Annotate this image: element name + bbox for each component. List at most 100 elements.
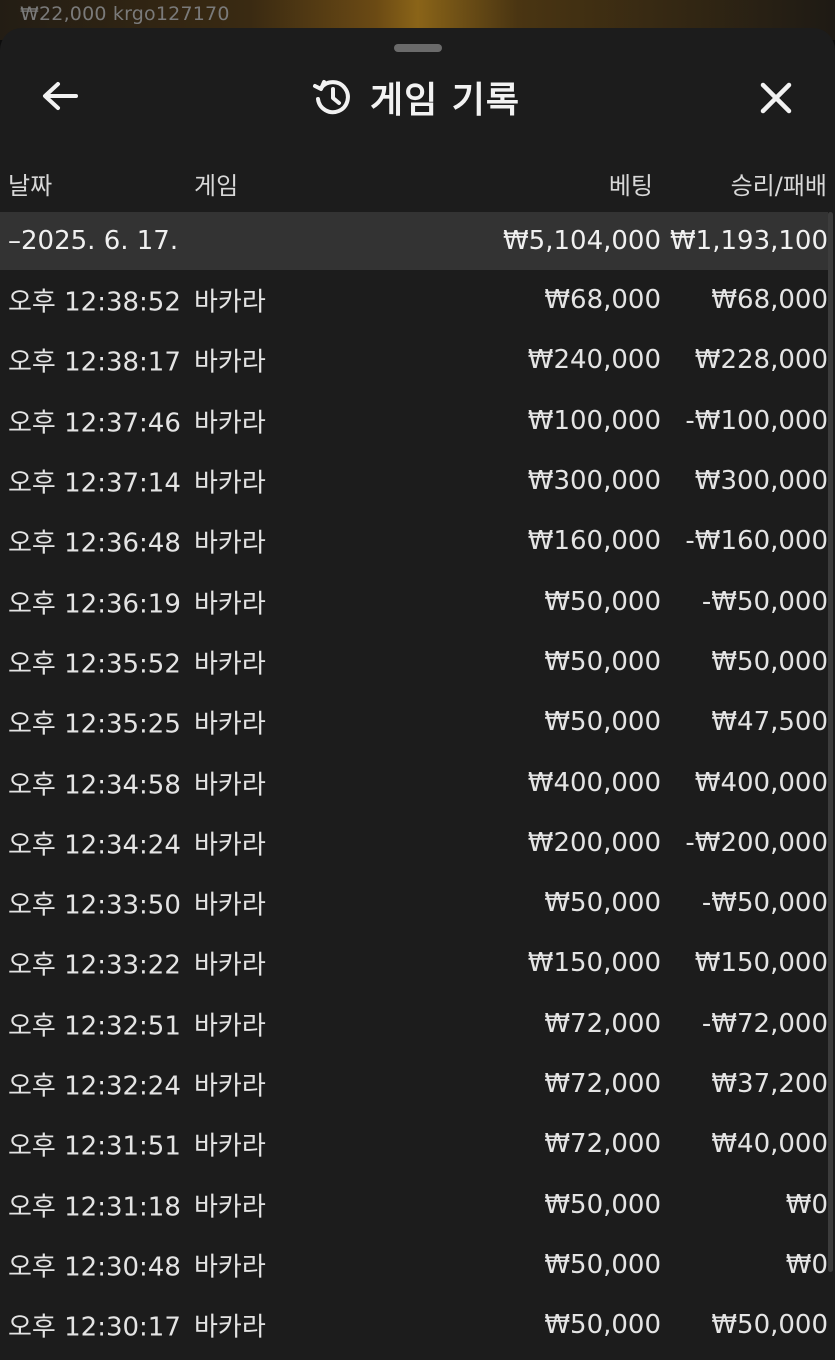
row-bet: ₩50,000 (544, 707, 661, 738)
row-result: -₩50,000 (701, 888, 828, 919)
row-time: 오후 12:37:14 (8, 468, 181, 499)
row-result: -₩100,000 (685, 405, 828, 436)
table-row[interactable]: 오후 12:35:52 바카라 ₩50,000 ₩50,000 (0, 632, 828, 692)
row-bet: ₩72,000 (544, 1008, 661, 1039)
row-time: 오후 12:30:48 (8, 1252, 181, 1283)
date-group-row[interactable]: –2025. 6. 17. ₩5,104,000 ₩1,193,100 (0, 212, 828, 270)
scrollbar[interactable] (828, 212, 833, 1272)
row-bet: ₩50,000 (544, 1249, 661, 1280)
row-result: ₩37,200 (711, 1069, 828, 1099)
drag-handle[interactable] (394, 44, 442, 52)
row-game: 바카라 (194, 1131, 266, 1162)
row-game: 바카라 (194, 770, 266, 801)
row-bet: ₩150,000 (527, 948, 661, 979)
rows-container: 오후 12:38:52 바카라 ₩68,000 ₩68,000 오후 12:38:17 바… (0, 270, 828, 1355)
table-row[interactable]: 오후 12:38:17 바카라 ₩240,000 ₩228,000 (0, 330, 828, 390)
date-group-label: –2025. 6. 17. (8, 226, 179, 256)
column-headers: 날짜 게임 베팅 승리/패배 (0, 162, 835, 204)
row-bet: ₩50,000 (544, 1310, 661, 1341)
table-row[interactable]: 오후 12:30:17 바카라 ₩50,000 ₩50,000 (0, 1295, 828, 1355)
row-game: 바카라 (194, 649, 266, 680)
table-row[interactable]: 오후 12:38:52 바카라 ₩68,000 ₩68,000 (0, 270, 828, 330)
row-result: -₩160,000 (685, 526, 828, 557)
row-time: 오후 12:38:52 (8, 287, 181, 318)
table-row[interactable]: 오후 12:37:46 바카라 ₩100,000 -₩100,000 (0, 391, 828, 451)
game-history-sheet: 게임 기록 날짜 게임 베팅 승리/패배 –2025. 6. 17. ₩5,10… (0, 28, 835, 1360)
title-group: 게임 기록 (312, 72, 520, 122)
row-time: 오후 12:37:46 (8, 408, 181, 439)
row-result: ₩400,000 (694, 767, 828, 798)
column-header-result: 승리/패배 (730, 172, 827, 200)
row-time: 오후 12:32:24 (8, 1071, 181, 1102)
row-result: ₩0 (785, 1189, 828, 1220)
table-row[interactable]: 오후 12:36:48 바카라 ₩160,000 -₩160,000 (0, 511, 828, 571)
row-game: 바카라 (194, 890, 266, 921)
row-bet: ₩100,000 (527, 405, 661, 436)
row-game: 바카라 (194, 830, 266, 861)
row-time: 오후 12:30:17 (8, 1312, 181, 1343)
row-result: ₩0 (785, 1249, 828, 1280)
row-game: 바카라 (194, 347, 266, 378)
row-game: 바카라 (194, 589, 266, 620)
row-bet: ₩240,000 (527, 345, 661, 376)
table-row[interactable]: 오후 12:30:48 바카라 ₩50,000 ₩0 (0, 1235, 828, 1295)
row-bet: ₩50,000 (544, 646, 661, 677)
table-row[interactable]: 오후 12:31:18 바카라 ₩50,000 ₩0 (0, 1174, 828, 1234)
row-bet: ₩50,000 (544, 888, 661, 919)
row-result: ₩68,000 (711, 285, 828, 316)
table-row[interactable]: 오후 12:31:51 바카라 ₩72,000 ₩40,000 (0, 1114, 828, 1174)
row-time: 오후 12:34:58 (8, 770, 181, 801)
history-list[interactable]: –2025. 6. 17. ₩5,104,000 ₩1,193,100 오후 1… (0, 212, 828, 1355)
row-game: 바카라 (194, 709, 266, 740)
date-group-total-bet: ₩5,104,000 (502, 226, 661, 256)
row-bet: ₩400,000 (527, 767, 661, 798)
table-row[interactable]: 오후 12:33:50 바카라 ₩50,000 -₩50,000 (0, 873, 828, 933)
row-game: 바카라 (194, 287, 266, 318)
row-game: 바카라 (194, 1011, 266, 1042)
row-time: 오후 12:35:25 (8, 709, 181, 740)
page-title: 게임 기록 (370, 80, 521, 121)
row-game: 바카라 (194, 950, 266, 981)
header: 게임 기록 (0, 58, 835, 138)
table-row[interactable]: 오후 12:34:58 바카라 ₩400,000 ₩400,000 (0, 752, 828, 812)
table-row[interactable]: 오후 12:32:51 바카라 ₩72,000 -₩72,000 (0, 994, 828, 1054)
table-row[interactable]: 오후 12:37:14 바카라 ₩300,000 ₩300,000 (0, 451, 828, 511)
row-bet: ₩68,000 (544, 285, 661, 316)
row-bet: ₩200,000 (527, 827, 661, 858)
balance-username-overlay: ₩22,000 krgo127170 (20, 3, 230, 25)
row-bet: ₩50,000 (544, 1189, 661, 1220)
row-bet: ₩72,000 (544, 1129, 661, 1160)
row-result: ₩47,500 (711, 707, 828, 738)
row-time: 오후 12:35:52 (8, 649, 181, 680)
close-icon (760, 82, 792, 114)
row-game: 바카라 (194, 1312, 266, 1343)
table-row[interactable]: 오후 12:32:24 바카라 ₩72,000 ₩37,200 (0, 1054, 828, 1114)
row-result: ₩50,000 (711, 1310, 828, 1341)
row-time: 오후 12:33:22 (8, 950, 181, 981)
table-row[interactable]: 오후 12:35:25 바카라 ₩50,000 ₩47,500 (0, 692, 828, 752)
table-row[interactable]: 오후 12:36:19 바카라 ₩50,000 -₩50,000 (0, 571, 828, 631)
back-button[interactable] (34, 70, 86, 122)
row-bet: ₩160,000 (527, 526, 661, 557)
row-time: 오후 12:31:18 (8, 1192, 181, 1223)
row-result: ₩228,000 (694, 345, 828, 376)
row-game: 바카라 (194, 1071, 266, 1102)
table-row[interactable]: 오후 12:33:22 바카라 ₩150,000 ₩150,000 (0, 933, 828, 993)
row-game: 바카라 (194, 468, 266, 499)
row-game: 바카라 (194, 1252, 266, 1283)
row-result: -₩200,000 (685, 827, 828, 858)
row-time: 오후 12:36:48 (8, 528, 181, 559)
row-time: 오후 12:36:19 (8, 589, 181, 620)
history-icon (313, 80, 350, 115)
row-time: 오후 12:31:51 (8, 1131, 181, 1162)
row-result: ₩40,000 (711, 1129, 828, 1160)
row-bet: ₩300,000 (527, 466, 661, 497)
row-result: -₩72,000 (701, 1008, 828, 1039)
row-game: 바카라 (194, 408, 266, 439)
table-row[interactable]: 오후 12:34:24 바카라 ₩200,000 -₩200,000 (0, 813, 828, 873)
close-button[interactable] (748, 70, 804, 126)
row-bet: ₩50,000 (544, 586, 661, 617)
row-result: ₩150,000 (694, 948, 828, 979)
row-time: 오후 12:33:50 (8, 890, 181, 921)
row-result: ₩50,000 (711, 646, 828, 677)
